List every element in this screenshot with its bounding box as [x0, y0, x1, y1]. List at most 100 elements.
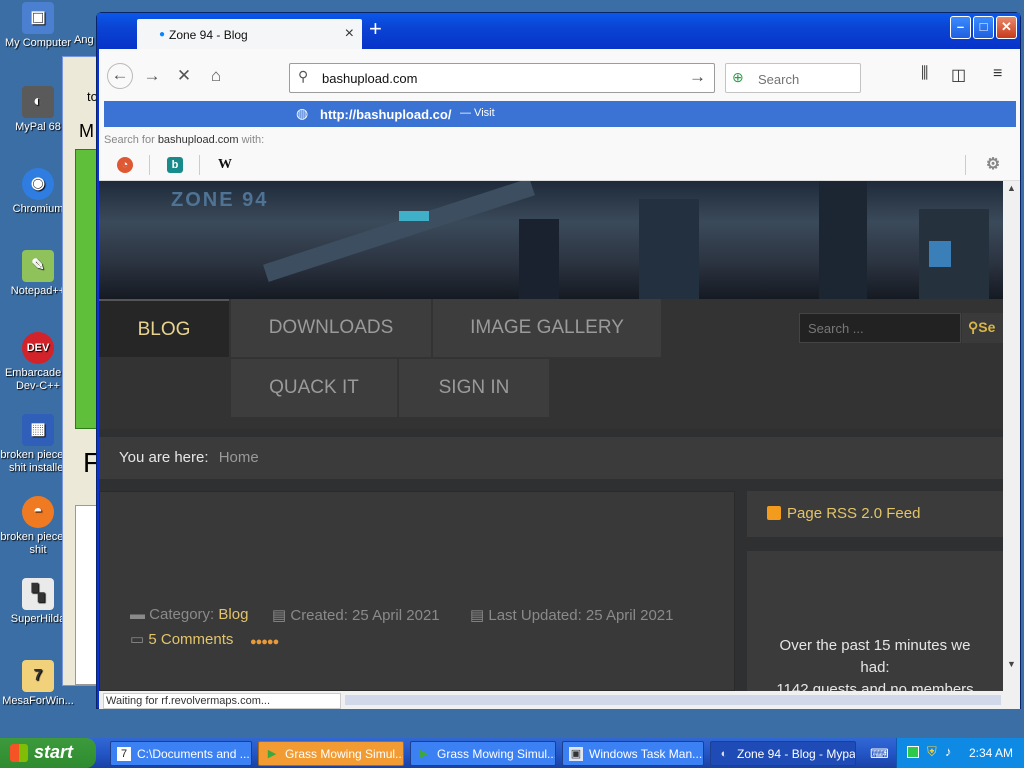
site-search-input[interactable]: Search ... [799, 313, 961, 343]
desktop-icon-label: My Computer [4, 37, 72, 49]
created-date: Created: 25 April 2021 [290, 607, 440, 624]
desktop-icon-label: MesaForWin... [2, 695, 74, 707]
suggestion-url: http://bashupload.co/ [320, 107, 452, 122]
desktop-icon-label: Chromium [12, 203, 64, 215]
stop-button[interactable]: ✕ [173, 65, 195, 87]
category-link[interactable]: Blog [218, 606, 248, 623]
breadcrumb: You are here: Home [99, 437, 1003, 479]
back-button[interactable]: ← [107, 63, 133, 89]
duckduckgo-icon[interactable]: ◔ [117, 157, 133, 173]
tab-zone94-blog[interactable]: ● Zone 94 - Blog × [137, 19, 362, 49]
loading-dot-icon: ● [159, 29, 166, 40]
menu-icon[interactable]: ≡ [993, 65, 1002, 83]
close-tab-icon[interactable]: × [345, 25, 354, 43]
one-off-search-bar: ◔ b W ⚙ [99, 149, 1020, 181]
rss-feed-link[interactable]: Page RSS 2.0 Feed [747, 491, 1003, 537]
start-button[interactable]: start [0, 738, 96, 768]
scroll-up-icon[interactable]: ▲ [1007, 183, 1016, 193]
url-bar[interactable]: ⚲ bashupload.com → [289, 63, 715, 93]
network-icon[interactable] [907, 746, 919, 758]
desktop-icon-label: SuperHilda [10, 613, 66, 625]
keyboard-icon[interactable]: ⌨ [870, 746, 889, 762]
site-search-button-label: Se [978, 319, 996, 335]
calendar-icon: ▤ [272, 607, 287, 624]
desktop-icon-label: Notepad++ [10, 285, 66, 297]
horizontal-scrollbar[interactable] [345, 695, 1001, 705]
suggestion-visit-row[interactable]: ◍ http://bashupload.co/ — Visit [104, 101, 1016, 127]
navigation-toolbar: ← → ✕ ⌂ ⚲ bashupload.com → ⊕ Search ⫼ ◫ … [99, 49, 1020, 99]
home-button[interactable]: ⌂ [205, 65, 227, 87]
volume-icon[interactable]: ♪ [945, 744, 952, 759]
taskbar-item-explorer[interactable]: 7 C:\Documents and ... [110, 741, 252, 766]
taskbar-item-label: Grass Mowing Simul... [437, 747, 556, 761]
vertical-scrollbar[interactable]: ▲ ▼ [1003, 181, 1020, 691]
menu-quack-it[interactable]: QUACK IT [231, 359, 397, 417]
folder-icon: ▬ [130, 606, 145, 623]
site-logo[interactable]: ZONE 94 [171, 189, 268, 212]
site-search-button[interactable]: ⚲Se [962, 313, 1003, 343]
scroll-down-icon[interactable]: ▼ [1007, 659, 1016, 669]
tab-title: Zone 94 - Blog [169, 28, 248, 42]
installer-icon: ▦ [22, 414, 54, 446]
computer-icon: ▣ [22, 2, 54, 34]
notepad-icon: ✎ [22, 250, 54, 282]
article-panel: ▬ Category: Blog ▤ Created: 25 April 202… [99, 491, 735, 691]
chromium-icon: ◉ [22, 168, 54, 200]
banner-building [639, 199, 699, 299]
search-placeholder: Search [758, 72, 800, 87]
wikipedia-icon[interactable]: W [217, 157, 233, 173]
go-arrow-icon[interactable]: → [689, 67, 706, 87]
rating-stars[interactable]: ●●●●● [250, 636, 296, 648]
stats-line: 1142 guests and no members [776, 681, 974, 691]
system-tray: ⛨ ♪ 2:34 AM [896, 738, 1024, 768]
mypal-icon: ◐ [22, 86, 54, 118]
globe-icon: ◍ [296, 105, 309, 121]
taskbar-item-label: Grass Mowing Simul... [285, 747, 404, 761]
maximize-button[interactable]: □ [973, 16, 994, 39]
task-manager-icon: ▣ [569, 747, 583, 761]
status-text: Waiting for rf.revolvermaps.com... [103, 693, 341, 709]
comment-icon: ▭ [130, 631, 145, 648]
site-menu: BLOG DOWNLOADS IMAGE GALLERY QUACK IT SI… [99, 299, 1003, 429]
banner-light [929, 241, 951, 267]
url-input[interactable]: bashupload.com [322, 71, 417, 86]
desktop-icon-my-computer[interactable]: ▣ My Computer [0, 2, 78, 50]
taskbar-item-mypal[interactable]: ◐ Zone 94 - Blog - Mypal [710, 741, 856, 766]
updated-date: Last Updated: 25 April 2021 [488, 607, 674, 624]
separator [149, 155, 150, 175]
play-icon: ▶ [419, 748, 429, 760]
comments-link[interactable]: 5 Comments [148, 631, 233, 648]
taskbar-item-label: C:\Documents and ... [137, 747, 250, 761]
superhilda-icon: ▚ [22, 578, 54, 610]
menu-downloads[interactable]: DOWNLOADS [231, 299, 431, 357]
banner-building [519, 219, 559, 299]
menu-image-gallery[interactable]: IMAGE GALLERY [433, 299, 661, 357]
close-window-button[interactable]: ✕ [996, 16, 1017, 39]
banner-building [819, 181, 867, 299]
new-tab-button[interactable]: + [369, 17, 382, 41]
library-icon[interactable]: ⫼ [921, 65, 928, 83]
bing-icon[interactable]: b [167, 157, 183, 173]
category-label: Category: [149, 606, 215, 623]
taskbar-item-grass-mowing-1[interactable]: ▶ Grass Mowing Simul... [258, 741, 404, 766]
devcpp-icon: DEV [22, 332, 54, 364]
taskbar-item-grass-mowing-2[interactable]: ▶ Grass Mowing Simul... [410, 741, 556, 766]
menu-blog[interactable]: BLOG [99, 299, 229, 357]
article-meta-category: ▬ Category: Blog [130, 606, 248, 623]
taskbar: start 7 C:\Documents and ... ▶ Grass Mow… [0, 738, 1024, 768]
gear-icon[interactable]: ⚙ [985, 157, 1001, 173]
search-box[interactable]: ⊕ Search [725, 63, 861, 93]
shield-icon[interactable]: ⛨ [927, 744, 937, 760]
minimize-button[interactable]: – [950, 16, 971, 39]
mypal-icon: ◐ [720, 748, 728, 760]
taskbar-item-label: Windows Task Man... [589, 747, 703, 761]
folder-icon: 7 [22, 660, 54, 692]
clock: 2:34 AM [969, 746, 1014, 760]
taskbar-item-task-manager[interactable]: ▣ Windows Task Man... [562, 741, 704, 766]
sidebar-icon[interactable]: ◫ [951, 65, 966, 85]
windows-logo-icon [10, 744, 28, 762]
article-meta-created: ▤ Created: 25 April 2021 [272, 606, 440, 624]
taskbar-item-label: Zone 94 - Blog - Mypal [737, 747, 856, 761]
menu-sign-in[interactable]: SIGN IN [399, 359, 549, 417]
forward-button[interactable]: → [141, 65, 163, 87]
